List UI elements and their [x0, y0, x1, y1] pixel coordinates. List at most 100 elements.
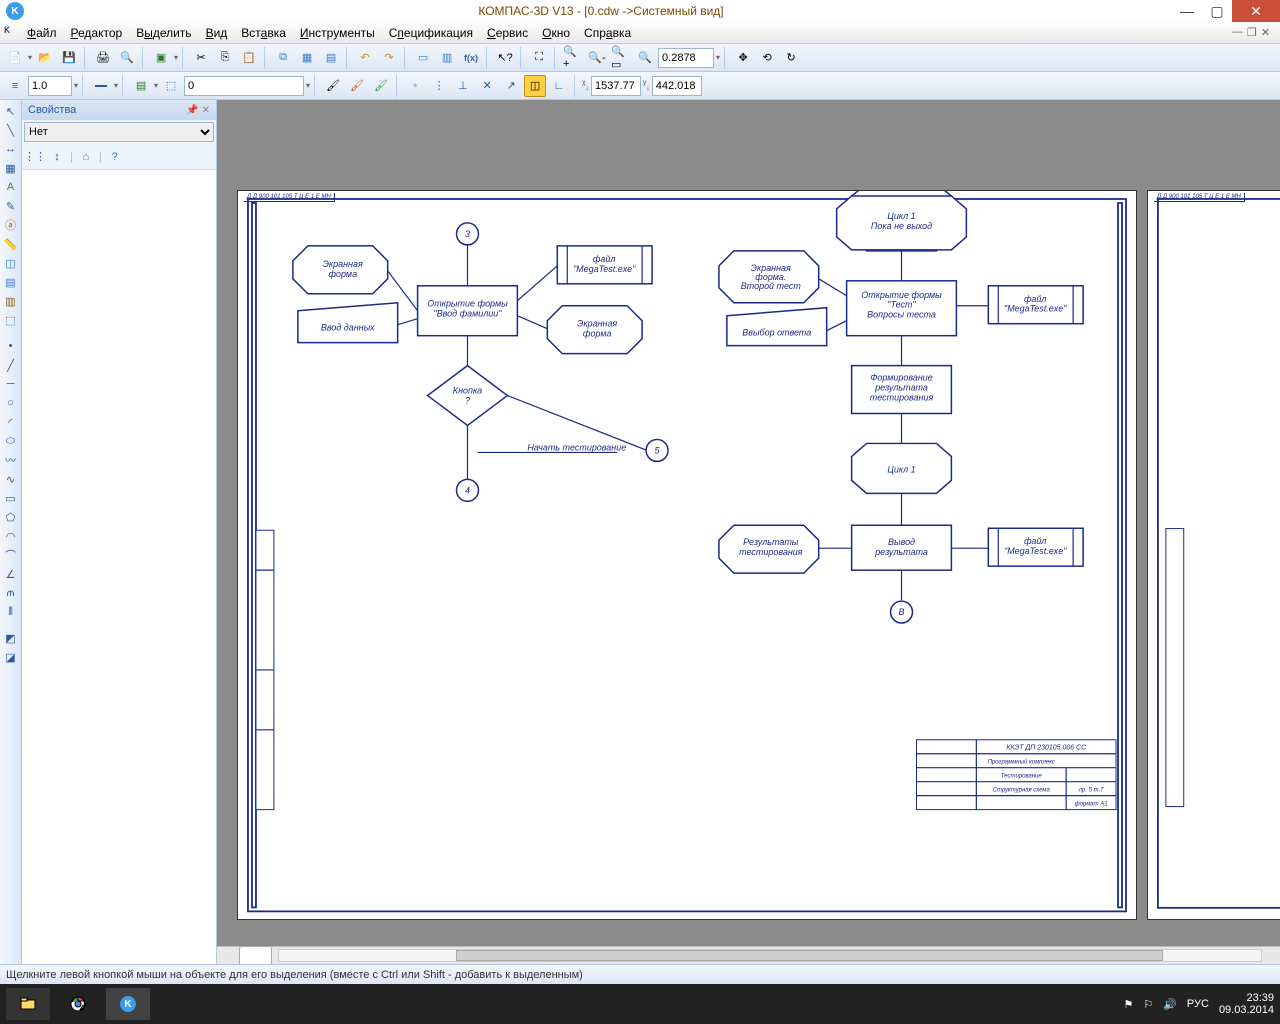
props3-button[interactable]: ▤: [320, 47, 342, 69]
manager2-tool[interactable]: ◪: [2, 648, 20, 666]
chamfer-tool[interactable]: ∠: [2, 565, 20, 583]
copy-button[interactable]: ⎘: [214, 47, 236, 69]
point-tool[interactable]: •: [2, 337, 20, 355]
param-tool[interactable]: ⓐ: [2, 216, 20, 234]
snap-grid-button[interactable]: ◫: [524, 75, 546, 97]
prop-filter-icon[interactable]: ⋮⋮: [26, 148, 44, 166]
prop-sort-icon[interactable]: ↕: [48, 148, 66, 166]
mdi-restore-icon[interactable]: ❐: [1247, 26, 1257, 39]
fillet-tool[interactable]: ⌒: [2, 546, 20, 564]
bezier-tool[interactable]: ∿: [2, 470, 20, 488]
prop-home-icon[interactable]: ⌂: [77, 148, 95, 166]
taskbar-chrome[interactable]: [56, 988, 100, 1020]
layer-button[interactable]: ▤: [130, 75, 152, 97]
refresh-button[interactable]: ↻: [780, 47, 802, 69]
mdi-close-icon[interactable]: ✕: [1261, 26, 1270, 39]
mdi-minimize-icon[interactable]: —: [1232, 26, 1243, 39]
tray-sound-icon[interactable]: 🔊: [1163, 998, 1177, 1011]
line-tool[interactable]: ╲: [2, 121, 20, 139]
horizontal-scrollbar[interactable]: [217, 946, 1280, 964]
props-button[interactable]: ⧉: [272, 47, 294, 69]
pick-part-button[interactable]: ▣: [150, 47, 172, 69]
menu-spec[interactable]: Спецификация: [382, 26, 480, 40]
paste-button[interactable]: 📋: [238, 47, 260, 69]
snap-ortho-button[interactable]: ∟: [548, 75, 570, 97]
manager-button[interactable]: ▭: [412, 47, 434, 69]
cut-button[interactable]: ✂: [190, 47, 212, 69]
zoom-in-button[interactable]: 🔍+: [562, 47, 584, 69]
zoom-fit-button[interactable]: ⛶: [528, 47, 550, 69]
minimize-button[interactable]: —: [1172, 0, 1202, 22]
tray-clock[interactable]: 23:39 09.03.2014: [1219, 992, 1274, 1016]
select-tool[interactable]: ↖: [2, 102, 20, 120]
linestyle-button[interactable]: [90, 75, 112, 97]
pick-tool[interactable]: ◫: [2, 254, 20, 272]
tray-flag-icon[interactable]: ⚑: [1123, 998, 1133, 1011]
dimension-tool[interactable]: ↔: [2, 140, 20, 158]
measure-tool[interactable]: 📏: [2, 235, 20, 253]
spline-tool[interactable]: 〰: [2, 451, 20, 469]
paint1-button[interactable]: 🖌: [322, 75, 344, 97]
polygon-tool[interactable]: ⬠: [2, 508, 20, 526]
tray-action-icon[interactable]: ⚐: [1143, 998, 1153, 1011]
coord-x-input[interactable]: [591, 76, 641, 96]
open-button[interactable]: 📂: [34, 47, 56, 69]
snap-int-button[interactable]: ✕: [476, 75, 498, 97]
library-button[interactable]: ▥: [436, 47, 458, 69]
rect-tool[interactable]: ▭: [2, 489, 20, 507]
arrow-cursor-button[interactable]: ↖?: [494, 47, 516, 69]
snap-end-button[interactable]: ◦: [404, 75, 426, 97]
zoom-out-button[interactable]: 🔍-: [586, 47, 608, 69]
circle-tool[interactable]: ○: [2, 394, 20, 412]
orbit-button[interactable]: ⟲: [756, 47, 778, 69]
menu-view[interactable]: Вид: [199, 26, 235, 40]
close-button[interactable]: ✕: [1232, 0, 1280, 22]
sheet-tab[interactable]: [239, 946, 272, 964]
segment-tool[interactable]: ─: [2, 375, 20, 393]
autolines-tool[interactable]: ⫴: [2, 603, 20, 621]
coord-y-input[interactable]: [652, 76, 702, 96]
edit-tool[interactable]: ✎: [2, 197, 20, 215]
preview-button[interactable]: 🔍: [116, 47, 138, 69]
hatch-tool[interactable]: ▦: [2, 159, 20, 177]
prop-help-icon[interactable]: ?: [106, 148, 124, 166]
save-button[interactable]: 💾: [58, 47, 80, 69]
redo-button[interactable]: ↷: [378, 47, 400, 69]
paint3-button[interactable]: 🖌: [370, 75, 392, 97]
manager1-tool[interactable]: ◩: [2, 629, 20, 647]
text-tool[interactable]: A: [2, 178, 20, 196]
fx-button[interactable]: f(x): [460, 47, 482, 69]
zoom-window-button[interactable]: 🔍▭: [610, 47, 632, 69]
undo-button[interactable]: ↶: [354, 47, 376, 69]
print-button[interactable]: 🖨: [92, 47, 114, 69]
snap-perp-button[interactable]: ⊥: [452, 75, 474, 97]
maximize-button[interactable]: ▢: [1202, 0, 1232, 22]
layer-input[interactable]: [184, 76, 304, 96]
drawing-canvas[interactable]: 3 Открытие формы"Ввод фамилии" Экраннаяф…: [217, 100, 1280, 946]
paint2-button[interactable]: 🖌: [346, 75, 368, 97]
menu-file[interactable]: Файл: [20, 26, 64, 40]
aux-line-tool[interactable]: ╱: [2, 356, 20, 374]
tray-lang[interactable]: РУС: [1187, 998, 1209, 1010]
ellipse-tool[interactable]: ⬭: [2, 432, 20, 450]
pan-button[interactable]: ✥: [732, 47, 754, 69]
menu-editor[interactable]: Редактор: [64, 26, 130, 40]
taskbar-kompas[interactable]: K: [106, 988, 150, 1020]
menu-help[interactable]: Справка: [577, 26, 638, 40]
snap-mid-button[interactable]: ⋮: [428, 75, 450, 97]
insert-tool[interactable]: ⬚: [2, 311, 20, 329]
equid-tool[interactable]: ⫙: [2, 584, 20, 602]
menu-window[interactable]: Окно: [535, 26, 577, 40]
new-button[interactable]: 📄: [4, 47, 26, 69]
scale-input[interactable]: [28, 76, 72, 96]
snap-tan-button[interactable]: ↗: [500, 75, 522, 97]
contour-tool[interactable]: ◠: [2, 527, 20, 545]
report-tool[interactable]: ▥: [2, 292, 20, 310]
pin-icon[interactable]: 📌 ✕: [186, 105, 210, 116]
zoom-input[interactable]: [658, 48, 714, 68]
taskbar-explorer[interactable]: [6, 988, 50, 1020]
menu-tools[interactable]: Инструменты: [293, 26, 382, 40]
system-tray[interactable]: ⚑ ⚐ 🔊 РУС 23:39 09.03.2014: [1123, 992, 1274, 1016]
menu-service[interactable]: Сервис: [480, 26, 535, 40]
menu-insert[interactable]: Вставка: [234, 26, 293, 40]
